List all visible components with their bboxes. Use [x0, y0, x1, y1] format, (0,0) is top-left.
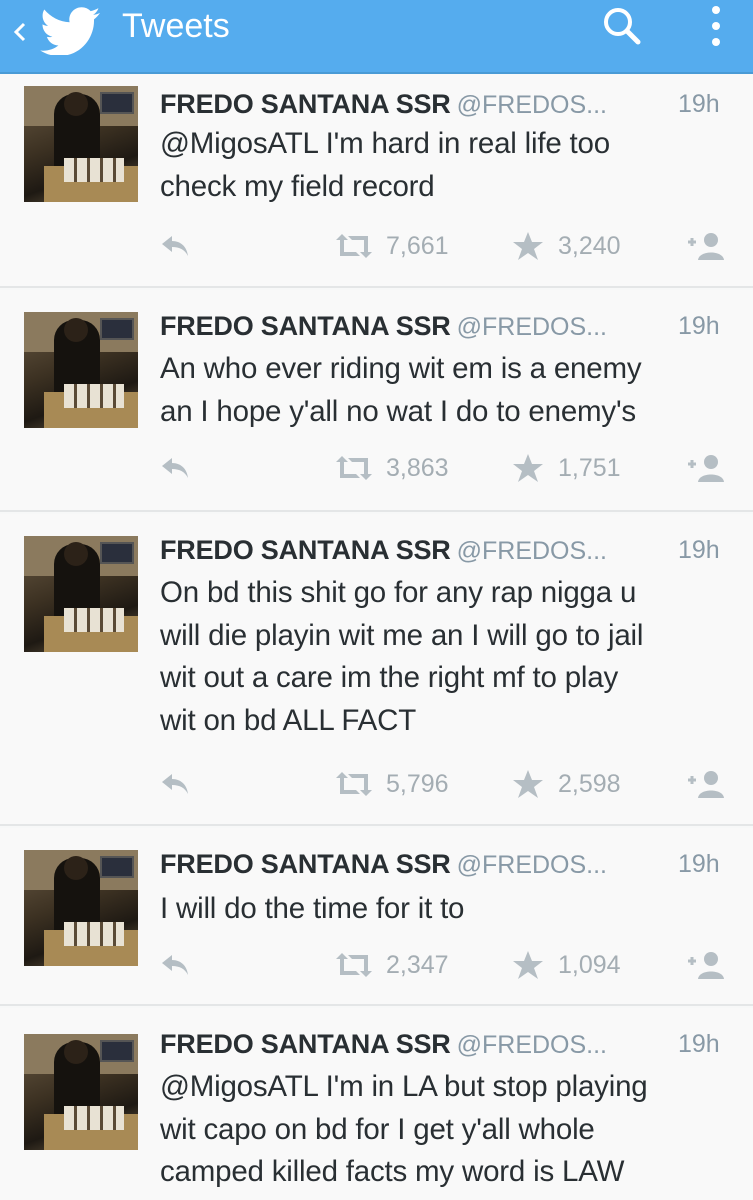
author-name[interactable]: FREDO SANTANA SSR — [160, 89, 451, 119]
reply-icon[interactable] — [158, 454, 192, 480]
star-icon[interactable] — [512, 768, 544, 800]
favorite-count: 1,094 — [558, 951, 621, 979]
tweet-item[interactable]: FREDO SANTANA SSR @FREDOS... 19h @MigosAT… — [0, 74, 753, 288]
tweet-text: I will do the time for it to — [160, 888, 740, 931]
tweet-item[interactable]: FREDO SANTANA SSR @FREDOS... 19h @MigosAT… — [0, 1008, 753, 1200]
reply-icon[interactable] — [158, 232, 192, 258]
retweet-icon[interactable] — [332, 951, 376, 979]
tweet-text-line: will die playin wit me an I will go to j… — [160, 618, 644, 652]
tweet-timestamp: 19h — [678, 90, 720, 118]
avatar[interactable] — [24, 312, 138, 428]
search-icon[interactable] — [596, 2, 648, 54]
tweet-text-line: wit capo on bd for I get y'all whole — [160, 1112, 595, 1146]
tweet-text-line: On bd this shit go for any rap nigga u — [160, 576, 637, 609]
retweet-count: 7,661 — [386, 232, 449, 260]
author-name[interactable]: FREDO SANTANA SSR — [160, 535, 451, 565]
author-name[interactable]: FREDO SANTANA SSR — [160, 849, 451, 879]
tweet-item[interactable]: FREDO SANTANA SSR @FREDOS... 19h An who e… — [0, 290, 753, 512]
avatar[interactable] — [24, 1034, 138, 1150]
author-name[interactable]: FREDO SANTANA SSR — [160, 1029, 451, 1059]
tweet-text-line: @MigosATL I'm hard in real life too — [160, 127, 610, 160]
tweet-text: @MigosATL I'm hard in real life too chec… — [160, 123, 740, 208]
page-title: Tweets — [122, 7, 230, 45]
retweet-count: 5,796 — [386, 770, 449, 798]
follow-icon[interactable] — [684, 768, 728, 800]
tweet-actions: 2,347 1,094 — [0, 949, 753, 983]
tweet-text: @MigosATL I'm in LA but stop playing wit… — [160, 1066, 740, 1194]
tweet-actions: 5,796 2,598 — [0, 768, 753, 802]
tweet-item[interactable]: FREDO SANTANA SSR @FREDOS... 19h I will d… — [0, 828, 753, 1006]
app-bar: Tweets — [0, 0, 753, 74]
retweet-count: 2,347 — [386, 951, 449, 979]
follow-icon[interactable] — [684, 949, 728, 981]
favorite-count: 3,240 — [558, 232, 621, 260]
tweet-text-line: I will do the time for it to — [160, 892, 465, 925]
retweet-icon[interactable] — [332, 770, 376, 798]
tweet-item[interactable]: FREDO SANTANA SSR @FREDOS... 19h On bd th… — [0, 514, 753, 826]
tweet-text: On bd this shit go for any rap nigga u w… — [160, 572, 740, 742]
tweet-text-line: An who ever riding wit em is a enemy — [160, 352, 642, 385]
star-icon[interactable] — [512, 949, 544, 981]
tweet-text-line: wit out a care im the right mf to play — [160, 661, 619, 694]
tweet-text: An who ever riding wit em is a enemy an … — [160, 348, 740, 433]
retweet-icon[interactable] — [332, 454, 376, 482]
twitter-bird-icon[interactable] — [38, 5, 104, 55]
tweet-text-line: check my field record — [160, 169, 435, 203]
tweet-timestamp: 19h — [678, 536, 720, 564]
author-name[interactable]: FREDO SANTANA SSR — [160, 311, 451, 341]
author-handle[interactable]: @FREDOS... — [457, 1031, 607, 1059]
retweet-icon[interactable] — [332, 232, 376, 260]
avatar[interactable] — [24, 86, 138, 202]
tweet-text-line: @MigosATL I'm in LA but stop playing — [160, 1070, 648, 1103]
author-handle[interactable]: @FREDOS... — [457, 851, 607, 879]
tweet-timestamp: 19h — [678, 1030, 720, 1058]
tweet-timestamp: 19h — [678, 850, 720, 878]
tweet-text-line: wit on bd ALL FACT — [160, 703, 417, 737]
favorite-count: 1,751 — [558, 454, 621, 482]
author-handle[interactable]: @FREDOS... — [457, 537, 607, 565]
avatar[interactable] — [24, 536, 138, 652]
back-icon[interactable] — [8, 12, 32, 52]
follow-icon[interactable] — [684, 230, 728, 262]
author-handle[interactable]: @FREDOS... — [457, 313, 607, 341]
tweet-text-line: an I hope y'all no wat I do to enemy's — [160, 394, 636, 428]
star-icon[interactable] — [512, 452, 544, 484]
author-handle[interactable]: @FREDOS... — [457, 91, 607, 119]
tweet-text-line: camped killed facts my word is LAW — [160, 1155, 625, 1188]
favorite-count: 2,598 — [558, 770, 621, 798]
follow-icon[interactable] — [684, 452, 728, 484]
star-icon[interactable] — [512, 230, 544, 262]
reply-icon[interactable] — [158, 770, 192, 796]
tweet-timestamp: 19h — [678, 312, 720, 340]
tweet-actions: 7,661 3,240 — [0, 230, 753, 264]
tweet-actions: 3,863 1,751 — [0, 452, 753, 486]
reply-icon[interactable] — [158, 951, 192, 977]
more-vertical-icon[interactable] — [706, 4, 726, 48]
retweet-count: 3,863 — [386, 454, 449, 482]
